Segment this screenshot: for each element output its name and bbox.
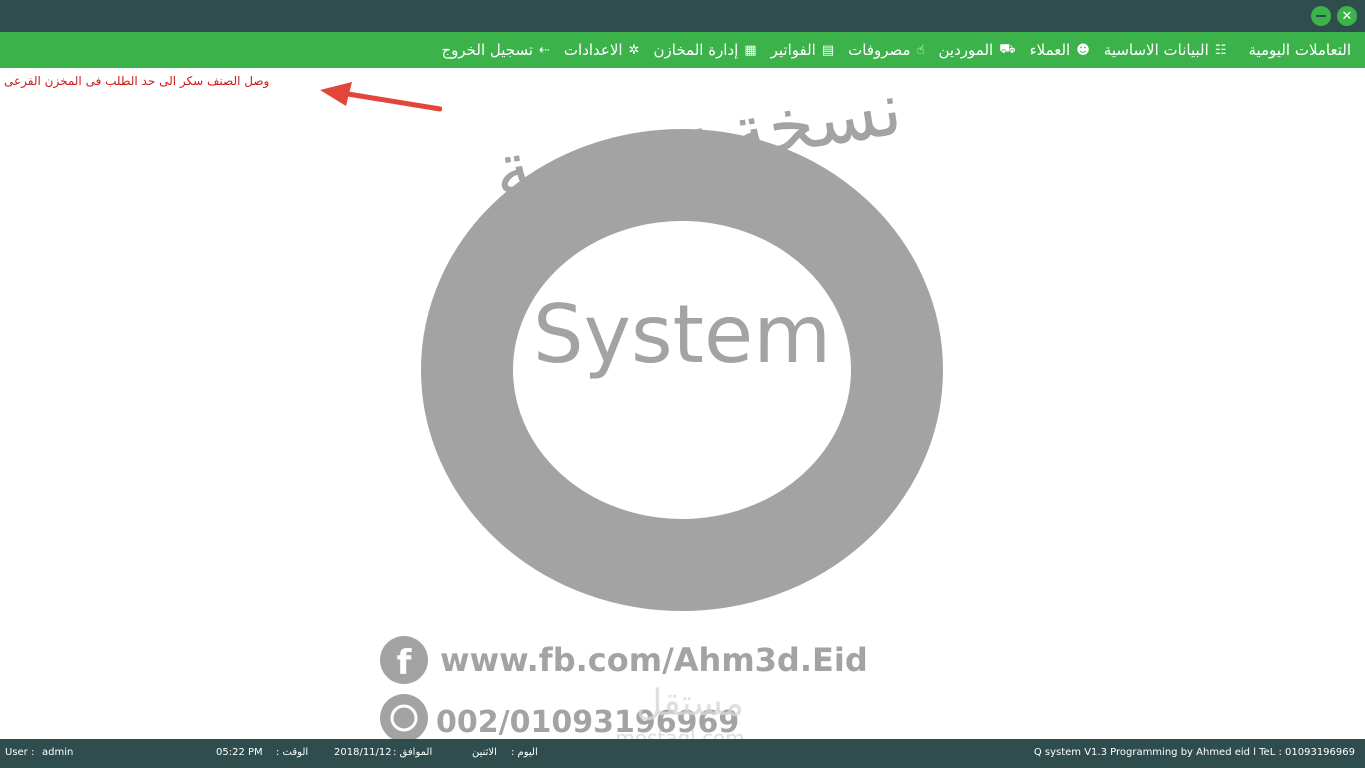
status-bar: User : admin 05:22 PM الوقت : 2018/11/12… — [0, 739, 1365, 768]
settings-gear-icon: ✲ — [628, 42, 640, 58]
menu-warehouses[interactable]: ▦ إدارة المخازن — [654, 41, 757, 59]
whatsapp-icon — [380, 694, 428, 742]
day-value: الاثنين — [472, 747, 497, 758]
menu-expenses-label: مصروفات — [848, 41, 911, 59]
logo-system-text: System — [533, 288, 831, 381]
mostaql-arabic-watermark: مستقل — [636, 683, 744, 724]
menu-logout-label: تسجيل الخروج — [441, 41, 534, 59]
credits-text: Q system V1.3 Programming by Ahmed eid l… — [1033, 747, 1355, 758]
time-value: 05:22 PM — [216, 747, 263, 758]
customers-icon: ☻ — [1076, 42, 1090, 58]
expenses-hand-icon: ☝ — [916, 42, 925, 58]
invoices-icon: ▤ — [821, 42, 835, 58]
close-button[interactable]: ✕ — [1337, 6, 1357, 26]
menu-logout[interactable]: ⇠ تسجيل الخروج — [441, 41, 549, 59]
menu-daily-transactions[interactable]: التعاملات اليومية — [1248, 41, 1351, 59]
menu-daily-transactions-label: التعاملات اليومية — [1248, 41, 1351, 59]
menu-suppliers-label: الموردين — [938, 41, 994, 59]
menu-settings-label: الاعدادات — [563, 41, 623, 59]
reorder-notice[interactable]: وصل الصنف سكر الى حد الطلب فى المخزن الف… — [4, 74, 269, 88]
suppliers-truck-icon: ⛟ — [999, 41, 1016, 57]
user-value: admin — [42, 747, 74, 758]
basic-data-icon: ☷ — [1214, 42, 1227, 58]
minimize-button[interactable] — [1311, 6, 1331, 26]
menu-expenses[interactable]: ☝ مصروفات — [848, 41, 924, 59]
menu-warehouses-label: إدارة المخازن — [653, 41, 739, 59]
menu-customers[interactable]: ☻ العملاء — [1030, 41, 1090, 59]
q-system-watermark: نسخة تجريبية System f www.fb.com/Ahm3d.E… — [380, 70, 943, 745]
menu-invoices[interactable]: ▤ الفواتير — [771, 41, 835, 59]
time-label: الوقت : — [276, 747, 309, 758]
facebook-url-text: www.fb.com/Ahm3d.Eid — [440, 641, 868, 679]
day-label: اليوم : — [511, 747, 538, 758]
warehouses-store-icon: ▦ — [744, 42, 757, 58]
menu-basic-data[interactable]: ☷ البيانات الاساسية — [1104, 41, 1227, 59]
logout-icon: ⇠ — [539, 42, 550, 58]
menu-basic-data-label: البيانات الاساسية — [1103, 41, 1209, 59]
date-value: 2018/11/12 — [334, 747, 392, 758]
main-menu-bar: التعاملات اليومية ☷ البيانات الاساسية ☻ … — [0, 32, 1365, 68]
user-label: User : — [5, 747, 35, 758]
menu-suppliers[interactable]: ⛟ الموردين — [939, 41, 1016, 59]
date-label: الموافق : — [393, 747, 433, 758]
menu-invoices-label: الفواتير — [770, 41, 816, 59]
title-bar: ✕ — [0, 0, 1365, 32]
menu-settings[interactable]: ✲ الاعدادات — [564, 41, 640, 59]
svg-text:f: f — [397, 643, 413, 683]
menu-customers-label: العملاء — [1029, 41, 1071, 59]
